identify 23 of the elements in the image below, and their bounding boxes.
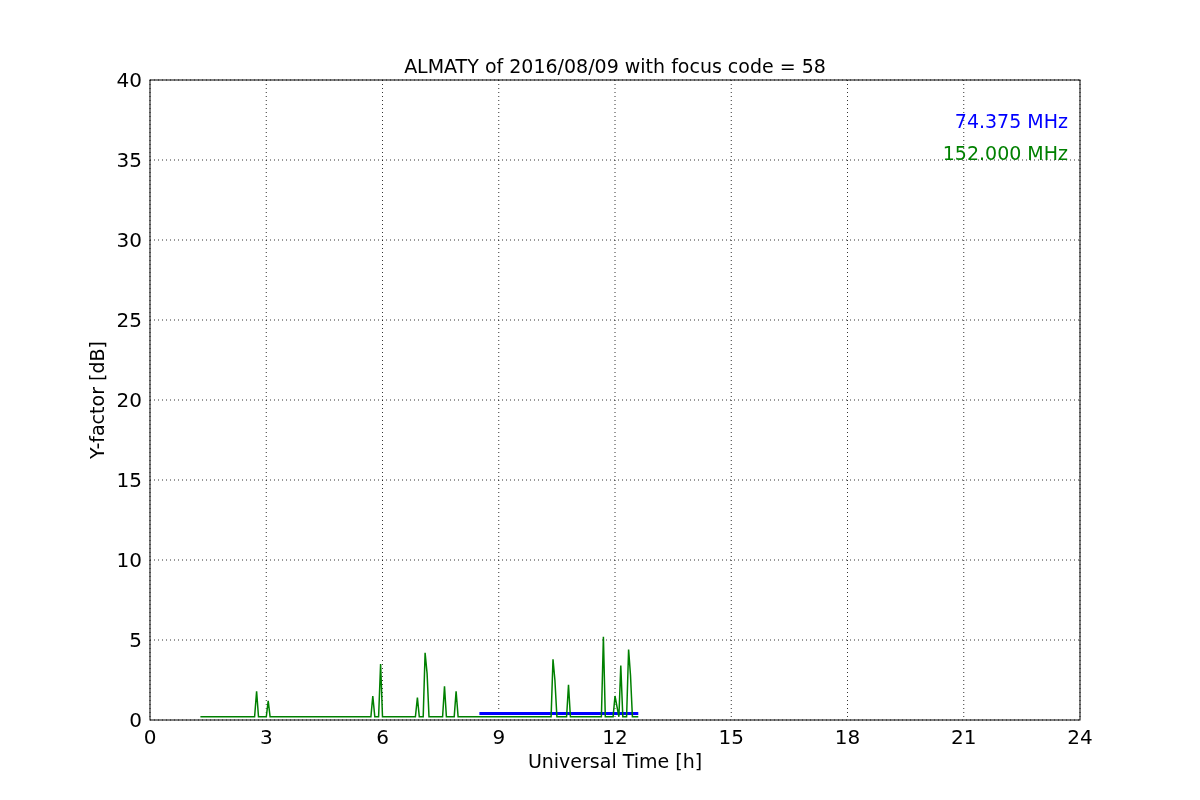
tick-label: 15 (116, 468, 142, 492)
tick-label: 5 (129, 628, 142, 652)
tick-label: 15 (718, 725, 744, 749)
legend-label: 152.000 MHz (942, 142, 1068, 164)
tick-label: 30 (116, 228, 142, 252)
tick-label: 25 (116, 308, 142, 332)
tick-label: 0 (129, 708, 142, 732)
chart-title: ALMATY of 2016/08/09 with focus code = 58 (404, 55, 826, 77)
tick-label: 20 (116, 388, 142, 412)
tick-label: 35 (116, 148, 142, 172)
tick-label: 10 (116, 548, 142, 572)
axis-label: Y-factor [dB] (86, 341, 108, 459)
tick-label: 6 (376, 725, 389, 749)
tick-label: 12 (602, 725, 628, 749)
tick-label: 24 (1067, 725, 1093, 749)
axis-label: Universal Time [h] (527, 750, 703, 772)
tick-label: 0 (143, 725, 157, 749)
tick-label: 3 (259, 725, 273, 749)
tick-label: 40 (116, 68, 142, 92)
tick-label: 9 (492, 725, 506, 749)
tick-label: 21 (951, 725, 977, 749)
legend-label: 74.375 MHz (954, 110, 1068, 132)
tick-label: 18 (834, 725, 861, 749)
